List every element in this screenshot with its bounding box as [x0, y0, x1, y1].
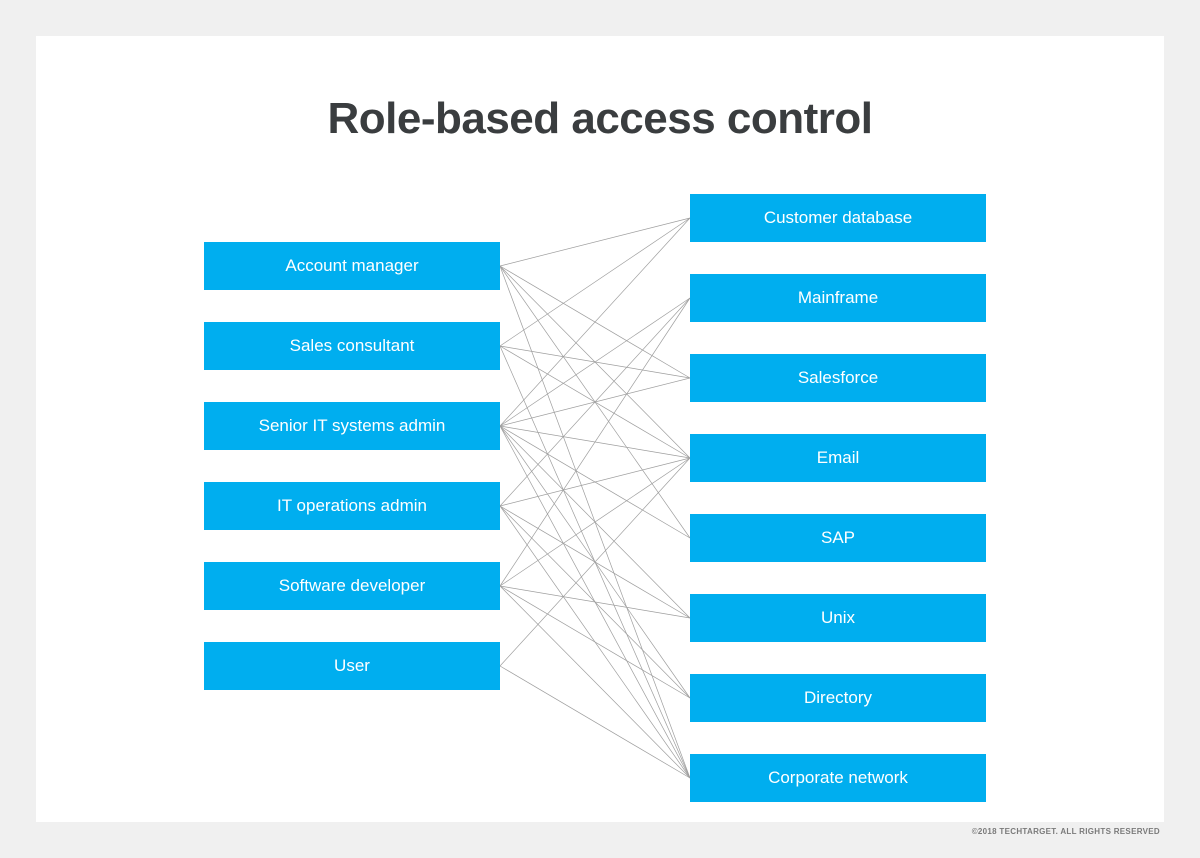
resource-label: Mainframe	[798, 288, 878, 308]
resource-mainframe: Mainframe	[690, 274, 986, 322]
edge-account-manager-to-sap	[500, 266, 690, 538]
edge-senior-it-sys-admin-to-unix	[500, 426, 690, 618]
role-software-developer: Software developer	[204, 562, 500, 610]
role-senior-it-sys-admin: Senior IT systems admin	[204, 402, 500, 450]
resource-email: Email	[690, 434, 986, 482]
edge-senior-it-sys-admin-to-email	[500, 426, 690, 458]
edge-software-developer-to-mainframe	[500, 298, 690, 586]
resource-label: Directory	[804, 688, 872, 708]
role-label: Software developer	[279, 576, 425, 596]
resource-customer-database: Customer database	[690, 194, 986, 242]
edge-account-manager-to-salesforce	[500, 266, 690, 378]
edge-senior-it-sys-admin-to-corporate-network	[500, 426, 690, 778]
edge-account-manager-to-email	[500, 266, 690, 458]
resource-label: Corporate network	[768, 768, 908, 788]
edge-senior-it-sys-admin-to-mainframe	[500, 298, 690, 426]
resource-label: Customer database	[764, 208, 912, 228]
resource-directory: Directory	[690, 674, 986, 722]
edge-sales-consultant-to-email	[500, 346, 690, 458]
resource-label: SAP	[821, 528, 855, 548]
edge-senior-it-sys-admin-to-customer-database	[500, 218, 690, 426]
edge-it-ops-admin-to-directory	[500, 506, 690, 698]
edge-sales-consultant-to-salesforce	[500, 346, 690, 378]
role-sales-consultant: Sales consultant	[204, 322, 500, 370]
edge-software-developer-to-directory	[500, 586, 690, 698]
edge-user-to-email	[500, 458, 690, 666]
edge-sales-consultant-to-customer-database	[500, 218, 690, 346]
edge-senior-it-sys-admin-to-salesforce	[500, 378, 690, 426]
resource-salesforce: Salesforce	[690, 354, 986, 402]
edge-it-ops-admin-to-unix	[500, 506, 690, 618]
edge-software-developer-to-unix	[500, 586, 690, 618]
role-label: Senior IT systems admin	[259, 416, 446, 436]
resource-label: Unix	[821, 608, 855, 628]
role-user: User	[204, 642, 500, 690]
edge-it-ops-admin-to-mainframe	[500, 298, 690, 506]
resource-corporate-network: Corporate network	[690, 754, 986, 802]
resource-label: Email	[817, 448, 860, 468]
edge-it-ops-admin-to-email	[500, 458, 690, 506]
resource-label: Salesforce	[798, 368, 878, 388]
edge-senior-it-sys-admin-to-sap	[500, 426, 690, 538]
edge-software-developer-to-email	[500, 458, 690, 586]
edge-it-ops-admin-to-corporate-network	[500, 506, 690, 778]
role-label: IT operations admin	[277, 496, 427, 516]
role-label: Sales consultant	[290, 336, 415, 356]
resource-sap: SAP	[690, 514, 986, 562]
diagram-card: Role-based access control Account manage…	[36, 36, 1164, 822]
role-account-manager: Account manager	[204, 242, 500, 290]
edge-account-manager-to-customer-database	[500, 218, 690, 266]
role-it-ops-admin: IT operations admin	[204, 482, 500, 530]
diagram-title: Role-based access control	[36, 94, 1164, 144]
copyright-text: ©2018 TECHTARGET. ALL RIGHTS RESERVED	[972, 827, 1160, 836]
edge-user-to-corporate-network	[500, 666, 690, 778]
role-label: User	[334, 656, 370, 676]
edge-account-manager-to-corporate-network	[500, 266, 690, 778]
role-label: Account manager	[285, 256, 418, 276]
edge-senior-it-sys-admin-to-directory	[500, 426, 690, 698]
edge-software-developer-to-corporate-network	[500, 586, 690, 778]
resource-unix: Unix	[690, 594, 986, 642]
edge-sales-consultant-to-corporate-network	[500, 346, 690, 778]
